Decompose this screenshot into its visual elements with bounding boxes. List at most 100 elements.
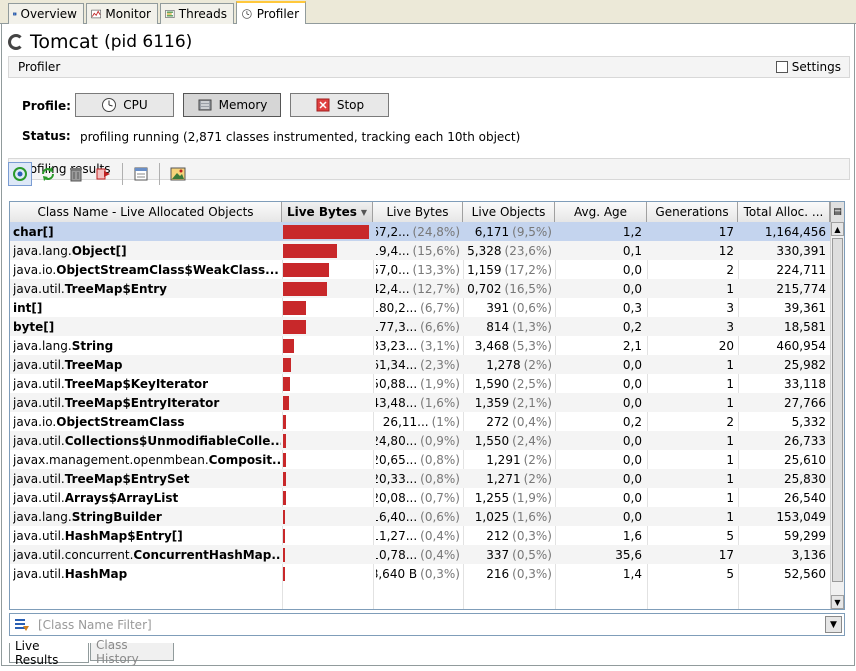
class-name-filter[interactable]: [Class Name Filter] ▼: [9, 613, 845, 636]
reset-button[interactable]: [64, 162, 88, 186]
stop-button[interactable]: Stop: [290, 93, 389, 117]
table-row[interactable]: java.util.HashMap8,640 B(0,3%)216(0,3%)1…: [10, 564, 830, 583]
generations-cell: 20: [650, 336, 734, 355]
column-live-bytes[interactable]: Live Bytes: [373, 202, 463, 222]
total-alloc-cell: 33,118: [741, 374, 826, 393]
table-row[interactable]: java.util.HashMap$Entry[] 11,27...(0,4%) 2…: [10, 526, 830, 545]
refresh-button[interactable]: [36, 162, 60, 186]
tab-class-history[interactable]: Class History: [90, 638, 174, 666]
tab-overview[interactable]: i Overview: [8, 3, 84, 24]
table-row[interactable]: java.util.TreeMap$KeyIterator 50,88...(1,…: [10, 374, 830, 393]
scroll-up-button[interactable]: ▲: [831, 222, 844, 236]
table-row[interactable]: java.util.TreeMap$EntryIterator43,48...(…: [10, 393, 830, 412]
live-bytes-cell: 357,0...(13,3%): [376, 260, 460, 279]
column-chooser-button[interactable]: ▤: [830, 202, 844, 222]
table-scrollbar[interactable]: ▲ ▼: [830, 222, 844, 609]
filter-input[interactable]: [Class Name Filter]: [38, 618, 152, 632]
live-objects-cell: 6,171 (9,5%): [466, 222, 552, 241]
cpu-button[interactable]: CPU: [75, 93, 174, 117]
export-button[interactable]: [92, 162, 116, 186]
table-row[interactable]: java.util.TreeMap 61,34...(2,3%) 1,278(2%)…: [10, 355, 830, 374]
tab-threads[interactable]: Threads: [160, 3, 234, 24]
table-row[interactable]: java.io.ObjectStreamClass$WeakClass... 35…: [10, 260, 830, 279]
live-bytes-cell: 61,34...(2,3%): [376, 355, 460, 374]
tab-profiler[interactable]: Profiler: [236, 1, 306, 24]
section-title: Profiler: [18, 60, 61, 74]
total-alloc-cell: 153,049: [741, 507, 826, 526]
generations-cell: 1: [650, 431, 734, 450]
column-avg-age[interactable]: Avg. Age: [555, 202, 647, 222]
tab-live-results[interactable]: Live Results: [9, 639, 89, 667]
generations-cell-value: 1: [726, 509, 734, 524]
avg-age-cell: 1,4: [558, 564, 642, 583]
table-row[interactable]: java.lang.Object[]419,4...(15,6%)15,328(…: [10, 241, 830, 260]
live-objects-cell-percent: (2,4%): [512, 433, 552, 448]
filter-icon: [15, 618, 29, 631]
package-prefix: java.lang.: [13, 509, 72, 524]
live-objects-cell-value: 1,278: [486, 357, 521, 372]
cpu-button-label: CPU: [123, 98, 148, 112]
save-image-button[interactable]: [166, 162, 190, 186]
class-name: byte[]: [13, 319, 55, 334]
live-objects-cell: 814 (1,3%): [466, 317, 552, 336]
scroll-thumb[interactable]: [832, 238, 843, 582]
generations-cell-value: 17: [718, 547, 734, 562]
live-objects-cell-value: 1,271: [486, 471, 521, 486]
column-live-objects[interactable]: Live Objects: [463, 202, 555, 222]
total-alloc-cell: 224,711: [741, 260, 826, 279]
class-name: Object[]: [71, 243, 127, 258]
table-row[interactable]: java.lang.String 83,23...(3,1%) 3,468(5,3%…: [10, 336, 830, 355]
status-text: profiling running (2,871 classes instrum…: [80, 130, 521, 144]
table-row[interactable]: java.util. Collections$UnmodifiableColle.…: [10, 431, 830, 450]
total-alloc-cell: 25,610: [741, 450, 826, 469]
generations-cell: 3: [650, 317, 734, 336]
filter-dropdown-button[interactable]: ▼: [825, 616, 842, 633]
table-row[interactable]: java.io. ObjectStreamClass 26,11... (1%) 272…: [10, 412, 830, 431]
memory-button[interactable]: Memory: [183, 93, 281, 117]
total-alloc-cell-value: 153,049: [776, 509, 826, 524]
column-class-name[interactable]: Class Name - Live Allocated Objects: [10, 202, 282, 222]
toolbar-separator: [159, 163, 160, 185]
tab-monitor[interactable]: Monitor: [86, 3, 158, 24]
total-alloc-cell-value: 39,361: [784, 300, 826, 315]
settings-toggle[interactable]: Settings: [775, 60, 841, 74]
table-row[interactable]: java.util.concurrent. ConcurrentHashMap..…: [10, 545, 830, 564]
live-bytes-cell-percent: (1,9%): [420, 376, 460, 391]
total-alloc-cell-value: 460,954: [776, 338, 826, 353]
package-prefix: java.util.: [13, 566, 65, 581]
package-prefix: java.util.: [13, 357, 65, 372]
column-total-alloc[interactable]: Total Alloc. ...: [738, 202, 830, 222]
stop-button-label: Stop: [336, 98, 365, 112]
table-row[interactable]: java.lang.StringBuilder 16,40...(0,6%) 1,0…: [10, 507, 830, 526]
live-bytes-bar: [283, 510, 285, 524]
avg-age-cell-value: 0,1: [622, 243, 642, 258]
generations-cell-value: 20: [718, 338, 734, 353]
live-objects-cell-value: 1,291: [486, 452, 521, 467]
column-live-bytes-bar[interactable]: Live Bytes ▼: [282, 202, 373, 222]
live-bytes-bar: [283, 434, 286, 448]
snapshot-button[interactable]: [129, 162, 153, 186]
avg-age-cell-value: 1,4: [622, 566, 642, 581]
table-row[interactable]: java.util.TreeMap$EntrySet 20,33...(0,8%)…: [10, 469, 830, 488]
table-row[interactable]: char[] 667,2...(24,8%) 6,171(9,5%) 1,2 17 1,1…: [10, 222, 830, 241]
table-row[interactable]: javax.management.openmbean.Composit... 20…: [10, 450, 830, 469]
live-objects-cell-value: 212: [486, 528, 510, 543]
table-row[interactable]: java.util.TreeMap$Entry342,4...(12,7%)10…: [10, 279, 830, 298]
settings-checkbox[interactable]: [775, 61, 788, 73]
live-objects-cell-percent: (0,5%): [512, 547, 552, 562]
live-objects-cell-value: 337: [486, 547, 510, 562]
live-bytes-bar: [283, 453, 286, 467]
generations-cell-value: 3: [726, 319, 734, 334]
table-row[interactable]: byte[] 177,3...(6,6%) 814(1,3%) 0,2 3 18,581: [10, 317, 830, 336]
clock-icon: [102, 98, 117, 112]
scroll-down-button[interactable]: ▼: [831, 595, 844, 609]
table-row[interactable]: int[] 180,2...(6,7%) 391(0,6%) 0,3 3 39,361: [10, 298, 830, 317]
total-alloc-cell: 3,136: [741, 545, 826, 564]
live-objects-cell: 15,328(23,6%): [466, 241, 552, 260]
avg-age-cell: 0,1: [558, 241, 642, 260]
column-generations[interactable]: Generations: [647, 202, 738, 222]
class-name-cell: java.util. HashMap: [13, 564, 281, 583]
live-bytes-bar: [283, 301, 306, 315]
auto-refresh-button[interactable]: [8, 162, 32, 186]
table-row[interactable]: java.util.Arrays$ArrayList 20,08...(0,7%)…: [10, 488, 830, 507]
